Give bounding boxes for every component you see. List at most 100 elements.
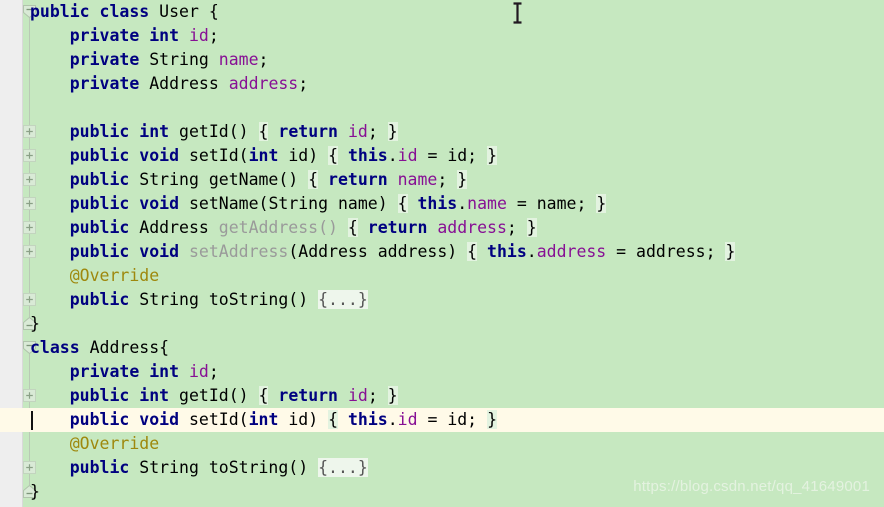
code-line[interactable]: private Address address; bbox=[0, 72, 884, 96]
code-line-text: public String toString() {...} bbox=[30, 456, 368, 480]
code-content[interactable]: public class User { private int id; priv… bbox=[0, 0, 884, 507]
code-token: (Address address) bbox=[288, 242, 468, 261]
code-line-text: public int getId() { return id; } bbox=[30, 120, 398, 144]
code-line-text: private Address address; bbox=[30, 72, 308, 96]
code-line[interactable]: } bbox=[0, 312, 884, 336]
code-token: public bbox=[69, 170, 130, 189]
code-token: name bbox=[218, 50, 259, 69]
code-line-text: private int id; bbox=[30, 24, 219, 48]
code-token: ; bbox=[298, 74, 309, 93]
code-token: private bbox=[69, 26, 140, 45]
code-line[interactable]: private int id; bbox=[0, 24, 884, 48]
code-line-text: public String toString() {...} bbox=[30, 288, 368, 312]
code-line[interactable]: @Override bbox=[0, 432, 884, 456]
code-token: } bbox=[725, 242, 736, 261]
code-token: . bbox=[526, 242, 537, 261]
code-token: public bbox=[69, 218, 130, 237]
code-token: = address; bbox=[606, 242, 726, 261]
watermark: https://blog.csdn.net/qq_41649001 bbox=[633, 478, 870, 495]
code-line[interactable]: public void setAddress(Address address) … bbox=[0, 240, 884, 264]
code-line-text: public String getName() { return name; } bbox=[30, 168, 468, 192]
code-token: private bbox=[69, 50, 140, 69]
code-line[interactable]: public class User { bbox=[0, 0, 884, 24]
code-token: return bbox=[278, 386, 338, 405]
code-line[interactable]: private String name; bbox=[0, 48, 884, 72]
code-line[interactable]: public Address getAddress() { return add… bbox=[0, 216, 884, 240]
code-token: public bbox=[69, 458, 130, 477]
code-line[interactable] bbox=[0, 96, 884, 120]
code-token: = id; bbox=[417, 410, 488, 429]
code-token: ; bbox=[506, 218, 527, 237]
code-token: . bbox=[457, 194, 468, 213]
code-line-text: private String name; bbox=[30, 48, 269, 72]
code-line-text: class Address{ bbox=[30, 336, 169, 360]
code-token: this bbox=[487, 242, 527, 261]
code-line[interactable]: class Address{ bbox=[0, 336, 884, 360]
code-token: @Override bbox=[69, 434, 160, 453]
code-token: public bbox=[69, 146, 130, 165]
code-token: getId() bbox=[169, 386, 259, 405]
code-line[interactable]: public void setName(String name) { this.… bbox=[0, 192, 884, 216]
code-line-text: public class User { bbox=[30, 0, 219, 24]
code-line[interactable]: public int getId() { return id; } bbox=[0, 384, 884, 408]
code-token: this bbox=[347, 146, 388, 165]
code-token: public bbox=[30, 2, 90, 21]
code-line-text: private int id; bbox=[30, 360, 219, 384]
code-token: void bbox=[139, 194, 180, 213]
code-token: } bbox=[487, 146, 497, 165]
code-token: Address{ bbox=[79, 338, 170, 357]
code-token: } bbox=[387, 386, 398, 405]
code-token: class bbox=[30, 338, 80, 357]
code-line[interactable]: public void setId(int id) { this.id = id… bbox=[0, 408, 884, 432]
code-token: { bbox=[328, 146, 339, 165]
text-caret bbox=[31, 411, 33, 430]
code-line[interactable]: public void setId(int id) { this.id = id… bbox=[0, 144, 884, 168]
i-beam-cursor bbox=[513, 2, 522, 24]
code-token: . bbox=[387, 410, 398, 429]
code-token: void bbox=[139, 146, 180, 165]
code-token: id bbox=[397, 410, 418, 429]
code-token: public bbox=[69, 386, 130, 405]
code-token: getId() bbox=[169, 122, 259, 141]
code-token: return bbox=[278, 122, 338, 141]
code-line[interactable]: @Override bbox=[0, 264, 884, 288]
code-token: address bbox=[536, 242, 607, 261]
code-token: getAddress bbox=[218, 218, 319, 237]
code-token: } bbox=[30, 314, 40, 333]
code-token: void bbox=[139, 410, 180, 429]
code-token: ; bbox=[367, 122, 388, 141]
code-token: ; bbox=[208, 362, 219, 381]
code-token: setId( bbox=[179, 410, 249, 429]
code-token: int bbox=[248, 410, 279, 429]
code-token: } bbox=[387, 122, 398, 141]
code-token: } bbox=[457, 170, 468, 189]
code-line[interactable]: public int getId() { return id; } bbox=[0, 120, 884, 144]
code-token: ; bbox=[437, 170, 458, 189]
code-line[interactable]: public String toString() {...} bbox=[0, 288, 884, 312]
code-token: { bbox=[397, 194, 408, 213]
code-token: String bbox=[139, 50, 219, 69]
code-token: setId( bbox=[179, 146, 249, 165]
code-token: String toString() bbox=[129, 458, 319, 477]
code-line[interactable]: public String getName() { return name; } bbox=[0, 168, 884, 192]
code-token: { bbox=[258, 122, 269, 141]
code-line[interactable]: private int id; bbox=[0, 360, 884, 384]
code-editor[interactable]: public class User { private int id; priv… bbox=[0, 0, 884, 507]
